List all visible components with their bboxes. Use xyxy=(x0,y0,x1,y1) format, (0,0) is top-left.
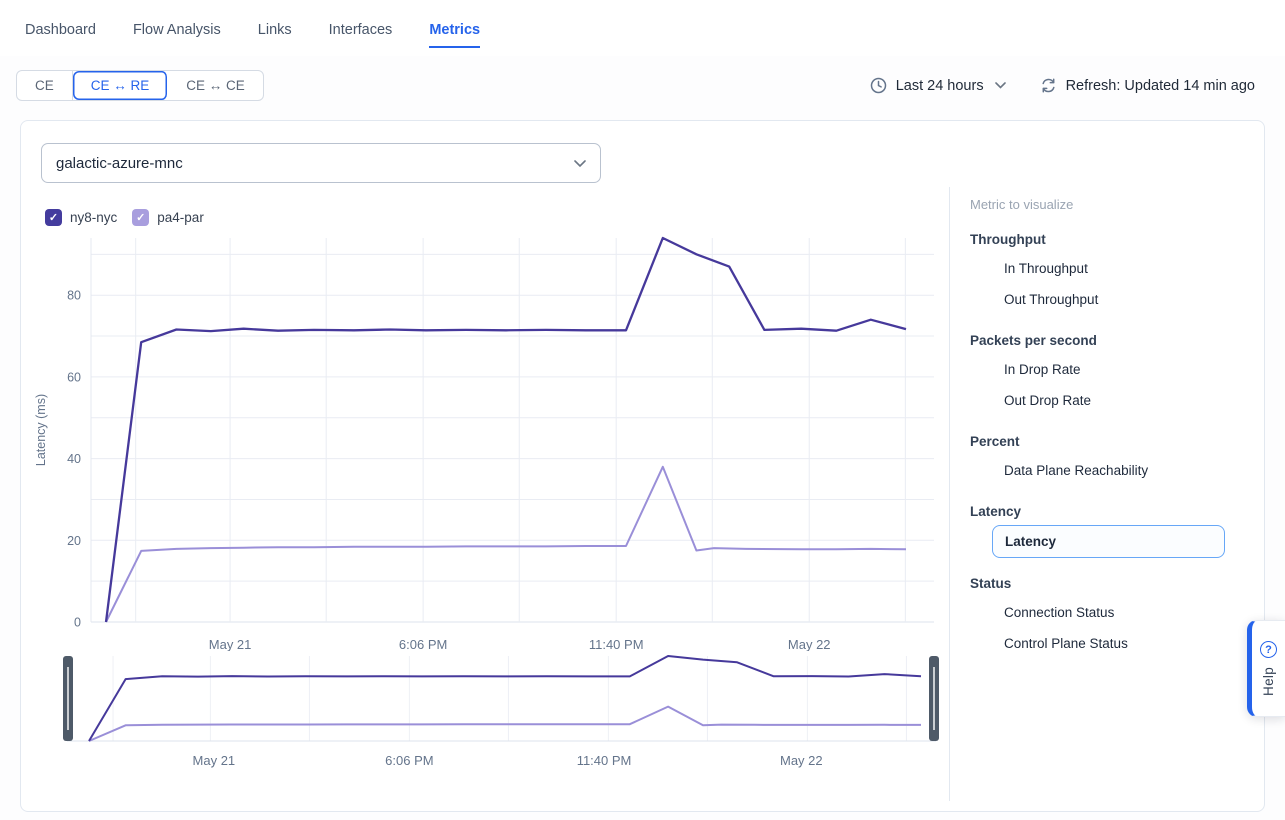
x-tick-label: May 22 xyxy=(788,637,831,651)
nav-item-dashboard[interactable]: Dashboard xyxy=(25,22,96,48)
brush-x-tick-label: May 22 xyxy=(780,753,823,768)
latency-line-pa4-par xyxy=(106,467,906,622)
view-tab-group: CECE ↔ RECE ↔ CE xyxy=(16,70,264,101)
top-navigation: Dashboard Flow Analysis Links Interfaces Met… xyxy=(0,0,1285,56)
x-tick-label: 11:40 PM xyxy=(589,637,644,651)
metric-item-control-plane-status[interactable]: Control Plane Status xyxy=(970,628,1247,659)
toolbar-right: Last 24 hours Refresh: Updated 14 min ag… xyxy=(870,70,1255,101)
metric-category-throughput: Throughput xyxy=(970,232,1247,247)
y-tick-label: 0 xyxy=(74,616,81,630)
time-range-label: Last 24 hours xyxy=(896,78,984,94)
latency-chart: 0 20 40 60 80 May 21 6:06 PM 11:40 PM May 22 Late… xyxy=(31,231,941,656)
nav-item-flow-analysis[interactable]: Flow Analysis xyxy=(133,22,221,48)
nav-item-interfaces[interactable]: Interfaces xyxy=(329,22,393,48)
legend-checkbox-ny8-nyc[interactable]: ✓ ny8-nyc xyxy=(45,209,117,226)
nav-tabs: Dashboard Flow Analysis Links Interfaces Met… xyxy=(25,22,480,48)
metric-sidebar-title: Metric to visualize xyxy=(970,197,1247,212)
refresh-label: Refresh: Updated 14 min ago xyxy=(1066,78,1255,94)
metric-category-latency: Latency xyxy=(970,504,1247,519)
legend-checkbox-pa4-par[interactable]: ✓ pa4-par xyxy=(132,209,204,226)
metric-item-out-throughput[interactable]: Out Throughput xyxy=(970,284,1247,315)
y-tick-label: 40 xyxy=(67,452,81,466)
chevron-down-icon xyxy=(574,155,586,172)
legend-label: pa4-par xyxy=(157,210,204,225)
metric-category-status: Status xyxy=(970,576,1247,591)
device-select-value: galactic-azure-mnc xyxy=(56,155,183,172)
time-brush[interactable]: May 21 6:06 PM 11:40 PM May 22 xyxy=(56,651,946,781)
metric-item-in-throughput[interactable]: In Throughput xyxy=(970,253,1247,284)
brush-line-pa4-par xyxy=(89,707,921,741)
nav-item-metrics[interactable]: Metrics xyxy=(429,22,480,48)
metric-category-packets-per-second: Packets per second xyxy=(970,333,1247,348)
metric-item-in-drop-rate[interactable]: In Drop Rate xyxy=(970,354,1247,385)
brush-x-tick-label: May 21 xyxy=(193,753,236,768)
view-tab-ce-re[interactable]: CE ↔ RE xyxy=(73,71,169,100)
brush-handle-right[interactable] xyxy=(929,656,939,741)
series-legend: ✓ ny8-nyc ✓ pa4-par xyxy=(45,209,204,226)
metric-item-connection-status[interactable]: Connection Status xyxy=(970,597,1247,628)
refresh-button[interactable]: Refresh: Updated 14 min ago xyxy=(1040,77,1255,94)
chevron-down-icon xyxy=(995,82,1006,89)
y-axis-label: Latency (ms) xyxy=(34,394,48,466)
y-tick-label: 80 xyxy=(67,289,81,303)
y-tick-label: 60 xyxy=(67,370,81,384)
metric-sidebar: Metric to visualize Throughput In Through… xyxy=(949,187,1265,801)
metrics-card: galactic-azure-mnc ✓ ny8-nyc ✓ pa4-par 0 20 4… xyxy=(20,120,1265,812)
nav-item-links[interactable]: Links xyxy=(258,22,292,48)
refresh-icon xyxy=(1040,77,1057,94)
checkbox-check-icon: ✓ xyxy=(45,209,62,226)
clock-icon xyxy=(870,77,887,94)
metric-groups: Throughput In ThroughputOut Throughput Pac… xyxy=(970,232,1247,659)
x-tick-label: May 21 xyxy=(209,637,252,651)
y-tick-label: 20 xyxy=(67,534,81,548)
x-tick-label: 6:06 PM xyxy=(399,637,447,651)
latency-chart-svg: 0 20 40 60 80 May 21 6:06 PM 11:40 PM May 22 Late… xyxy=(31,231,941,651)
brush-x-tick-label: 6:06 PM xyxy=(385,753,433,768)
device-select[interactable]: galactic-azure-mnc xyxy=(41,143,601,183)
brush-x-tick-label: 11:40 PM xyxy=(577,753,632,768)
help-label: Help xyxy=(1261,667,1276,696)
view-tab-ce[interactable]: CE xyxy=(17,71,73,100)
brush-handle-left[interactable] xyxy=(63,656,73,741)
metric-item-latency[interactable]: Latency xyxy=(992,525,1225,558)
toolbar: CECE ↔ RECE ↔ CE Last 24 hours Refresh: … xyxy=(16,70,1255,102)
time-range-selector[interactable]: Last 24 hours xyxy=(870,77,1006,94)
metric-item-data-plane-reachability[interactable]: Data Plane Reachability xyxy=(970,455,1247,486)
legend-label: ny8-nyc xyxy=(70,210,117,225)
metric-item-out-drop-rate[interactable]: Out Drop Rate xyxy=(970,385,1247,416)
brush-line-ny8-nyc xyxy=(89,656,921,741)
view-tab-ce-ce[interactable]: CE ↔ CE xyxy=(168,71,263,100)
metric-category-percent: Percent xyxy=(970,434,1247,449)
question-circle-icon: ? xyxy=(1260,641,1277,658)
checkbox-check-icon: ✓ xyxy=(132,209,149,226)
metrics-page: Dashboard Flow Analysis Links Interfaces Met… xyxy=(0,0,1285,820)
help-button[interactable]: ? Help xyxy=(1247,620,1285,717)
time-brush-svg: May 21 6:06 PM 11:40 PM May 22 xyxy=(56,651,946,776)
